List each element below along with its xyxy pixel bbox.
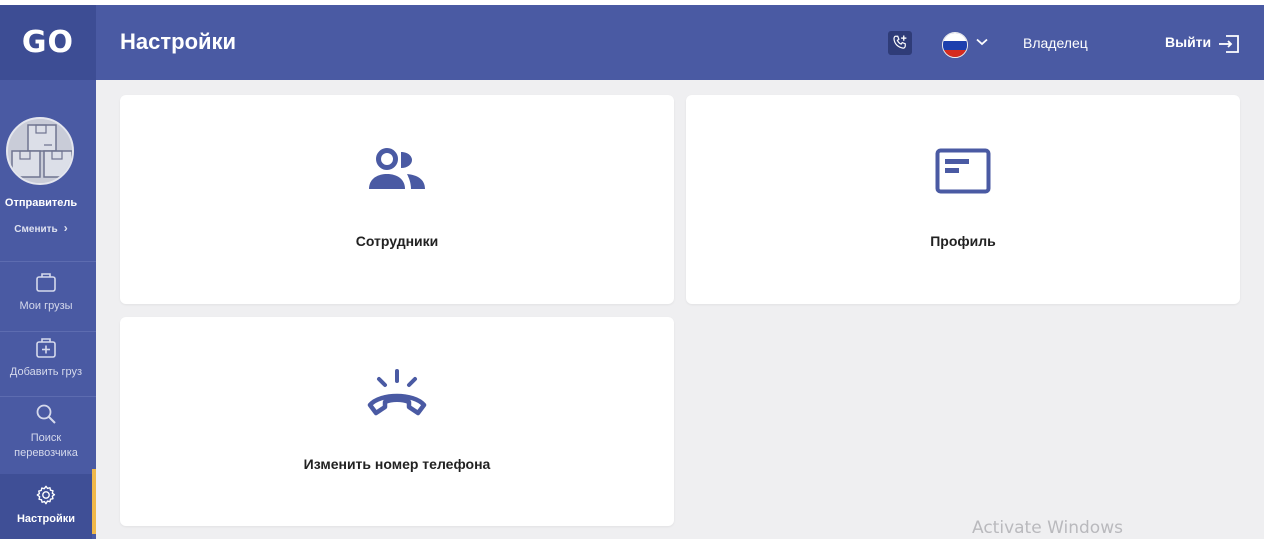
page-title: Настройки (120, 29, 237, 54)
sidebar-item-label: Настройки (16, 513, 76, 525)
add-call-button[interactable] (888, 31, 912, 55)
header: Настройки Владелец Выйти (96, 5, 1264, 80)
nav-divider (0, 396, 96, 397)
card-label: Сотрудники (355, 233, 439, 249)
phone-ringing-icon (367, 369, 427, 416)
card-employees[interactable]: Сотрудники (120, 95, 674, 304)
phone-add-icon (893, 35, 907, 49)
user-role-label: Отправитель (4, 197, 78, 209)
sidebar-item-add-cargo[interactable]: Добавить груз (0, 337, 92, 395)
sidebar-item-label: Добавить груз (9, 366, 83, 378)
boxes-avatar-icon (8, 119, 72, 183)
change-role-label: Сменить (14, 224, 58, 235)
card-label: Профиль (930, 233, 996, 249)
sidebar-item-my-cargo[interactable]: Мои грузы (0, 271, 92, 329)
card-change-phone[interactable]: Изменить номер телефона (120, 317, 674, 526)
search-icon (36, 404, 56, 424)
sidebar-item-settings[interactable]: Настройки (0, 474, 92, 539)
briefcase-icon (36, 273, 56, 292)
nav-divider (0, 331, 96, 332)
sidebar-item-label: Мои грузы (19, 300, 73, 312)
app-logo[interactable]: GO (0, 5, 96, 80)
settings-content: Сотрудники Профиль Изменить номер телефо… (96, 80, 1264, 539)
sidebar: GO Отправитель Сменить › Мои грузы Добав… (0, 5, 96, 539)
gear-icon (36, 485, 56, 505)
avatar[interactable] (6, 117, 74, 185)
profile-card-icon (935, 148, 991, 194)
logout-button[interactable]: Выйти (1165, 34, 1211, 50)
activate-windows-watermark: Activate Windows (972, 518, 1123, 538)
sidebar-item-find-carrier[interactable]: Поиск перевозчика (0, 403, 92, 471)
chevron-right-icon: › (63, 221, 68, 235)
user-role-menu[interactable]: Владелец (1023, 35, 1088, 51)
users-icon (369, 148, 425, 189)
change-role-link[interactable]: Сменить › (0, 221, 82, 235)
card-label: Изменить номер телефона (303, 456, 491, 472)
chevron-down-icon[interactable] (976, 35, 988, 49)
add-cargo-icon (36, 338, 56, 358)
language-flag-icon[interactable] (942, 32, 968, 58)
sidebar-item-label: Поиск перевозчика (14, 432, 78, 459)
nav-divider (0, 261, 96, 262)
card-profile[interactable]: Профиль (686, 95, 1240, 304)
logout-icon[interactable] (1217, 34, 1241, 54)
